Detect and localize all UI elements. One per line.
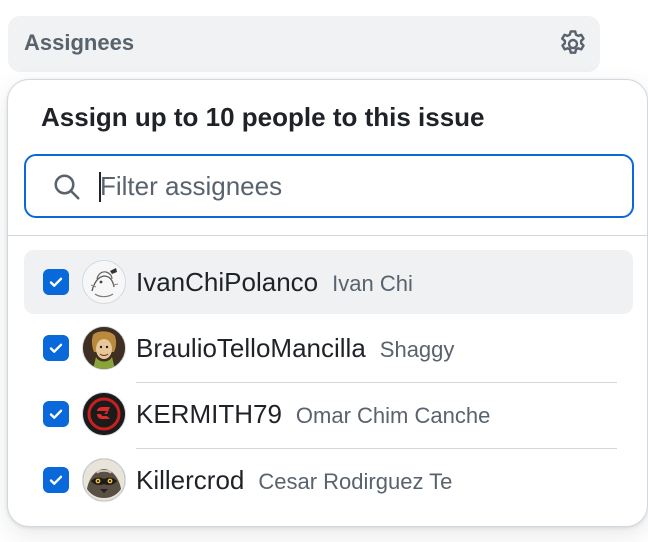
assignee-checkbox[interactable] — [43, 467, 69, 493]
assignee-row-ivanchipolanco[interactable]: IvanChiPolanco Ivan Chi — [24, 250, 633, 314]
popover-title: Assign up to 10 people to this issue — [41, 102, 485, 132]
assignee-checkbox[interactable] — [43, 401, 69, 427]
avatar-red-logo-icon — [82, 392, 126, 436]
checkmark-icon — [49, 409, 63, 419]
assignee-row-killercrod[interactable]: Killercrod Cesar Rodirguez Te — [24, 448, 633, 512]
assignees-header: Assignees — [8, 16, 600, 72]
assignee-name: Ivan Chi — [332, 271, 413, 296]
row-divider — [136, 448, 617, 449]
checkmark-icon — [49, 343, 63, 353]
assignee-row-brauliotellomancilla[interactable]: BraulioTelloMancilla Shaggy — [24, 316, 633, 380]
assignee-login: BraulioTelloMancilla Shaggy — [136, 333, 455, 363]
assignee-login: Killercrod Cesar Rodirguez Te — [136, 465, 453, 495]
assignee-login: IvanChiPolanco Ivan Chi — [136, 267, 413, 297]
gear-icon[interactable] — [554, 25, 592, 63]
avatar-sketch-icon — [82, 260, 126, 304]
assignees-title: Assignees — [24, 30, 135, 55]
assignee-name: Cesar Rodirguez Te — [258, 469, 453, 494]
assignee-name: Shaggy — [379, 337, 455, 362]
checkmark-icon — [49, 475, 63, 485]
assignees-popover: Assign up to 10 people to this issue Fil… — [7, 79, 648, 527]
row-divider — [136, 382, 617, 383]
divider — [8, 235, 647, 236]
assignee-name: Omar Chim Canche — [295, 403, 491, 428]
avatar-raccoon-icon — [82, 458, 126, 502]
avatar-cartoon-icon — [82, 326, 126, 370]
filter-assignees-field[interactable] — [24, 154, 634, 218]
filter-assignees-input[interactable] — [100, 166, 600, 206]
assignee-row-kermith79[interactable]: KERMITH79 Omar Chim Canche — [24, 382, 633, 446]
search-icon — [54, 174, 80, 200]
assignee-checkbox[interactable] — [43, 269, 69, 295]
assignee-login: KERMITH79 Omar Chim Canche — [136, 399, 491, 429]
assignee-checkbox[interactable] — [43, 335, 69, 361]
checkmark-icon — [49, 277, 63, 287]
